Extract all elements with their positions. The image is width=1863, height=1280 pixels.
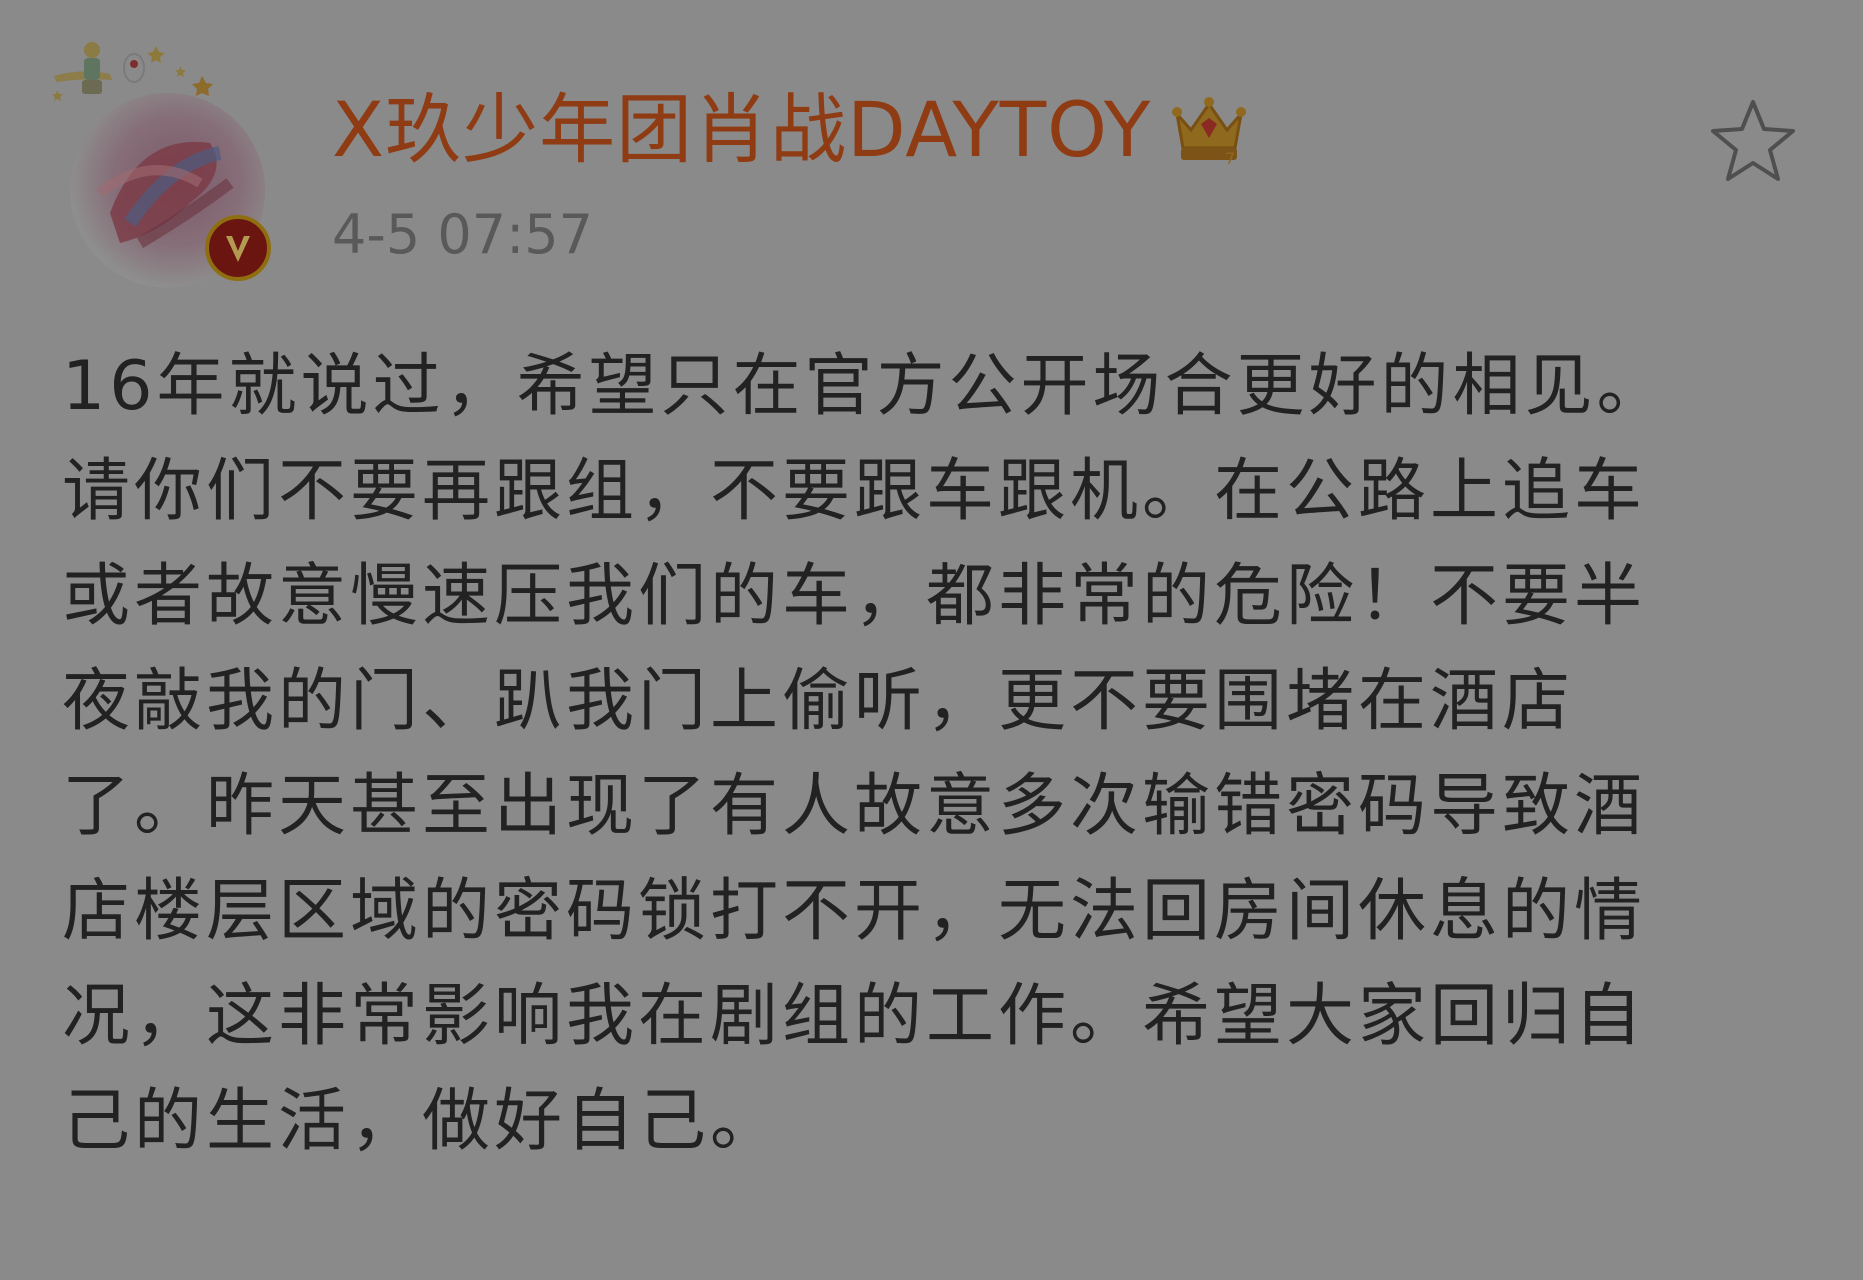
svg-text:7: 7 (1225, 149, 1235, 168)
post-timestamp: 4-5 07:57 (332, 203, 593, 266)
post-text-line: 夜敲我的门、趴我门上偷听，更不要围堵在酒店 (62, 662, 1575, 741)
star-outline-icon[interactable] (1708, 96, 1798, 186)
post-text-line: 店楼层区域的密码锁打不开，无法回房间休息的情 (62, 872, 1647, 951)
verified-v-icon (226, 236, 250, 262)
verified-badge (205, 215, 271, 281)
post-text-line: 况，这非常影响我在剧组的工作。希望大家回归自 (62, 977, 1647, 1056)
post-text-line: 了。昨天甚至出现了有人故意多次输错密码导致酒 (62, 767, 1647, 846)
weibo-post: X玖少年团肖战DAYTOY 7 4-5 07:57 16年就说过，希望只在官方公… (0, 0, 1863, 1280)
post-body: 16年就说过，希望只在官方公开场合更好的相见。 请你们不要再跟组，不要跟车跟机。… (62, 334, 1782, 1174)
post-text-line: 请你们不要再跟组，不要跟车跟机。在公路上追车 (62, 452, 1647, 531)
crown-icon: 7 (1172, 97, 1247, 168)
author-row: X玖少年团肖战DAYTOY 7 (332, 82, 1249, 178)
avatar[interactable] (52, 38, 282, 288)
author-name[interactable]: X玖少年团肖战DAYTOY (332, 82, 1151, 178)
post-text-line: 或者故意慢速压我们的车，都非常的危险！不要半 (62, 557, 1647, 636)
post-text-line: 己的生活，做好自己。 (62, 1082, 783, 1161)
post-text-line: 16年就说过，希望只在官方公开场合更好的相见。 (62, 347, 1669, 426)
